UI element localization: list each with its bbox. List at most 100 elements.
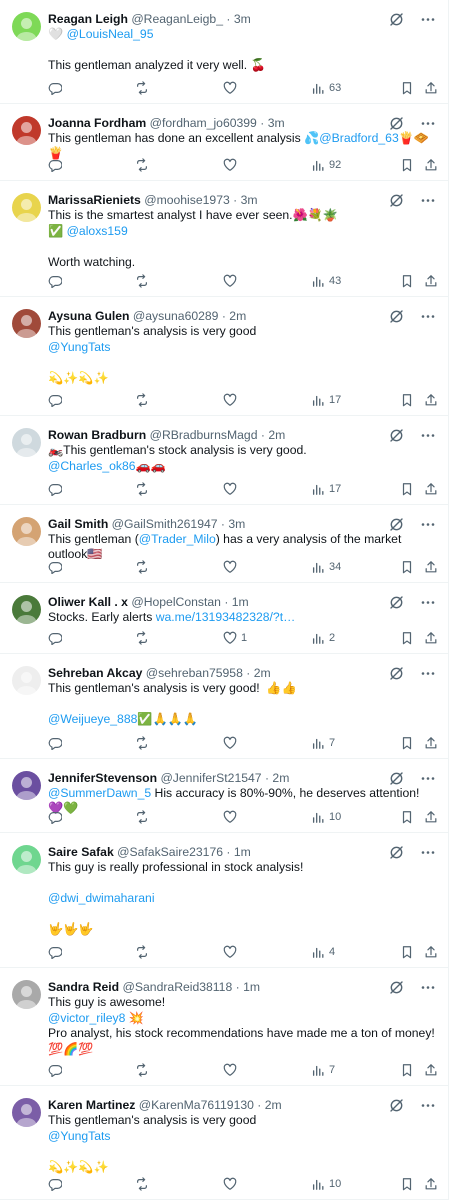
avatar[interactable]	[12, 771, 41, 800]
like-button[interactable]	[223, 1176, 241, 1192]
mention-link[interactable]: wa.me/13193482328/?t…	[156, 610, 296, 624]
reply-button[interactable]	[48, 735, 66, 751]
reply-button[interactable]	[48, 481, 66, 497]
share-button[interactable]	[424, 1062, 438, 1078]
repost-button[interactable]	[135, 392, 153, 408]
more-icon[interactable]	[420, 193, 436, 208]
like-button[interactable]	[223, 809, 241, 825]
author-name[interactable]: Rowan Bradburn	[48, 428, 146, 442]
views-button[interactable]: 7	[311, 735, 335, 751]
reply-button[interactable]	[48, 273, 66, 289]
author-handle[interactable]: @JenniferSt21547	[160, 771, 261, 785]
grok-icon[interactable]	[389, 193, 404, 208]
grok-icon[interactable]	[389, 309, 404, 324]
views-button[interactable]: 34	[311, 559, 341, 575]
grok-icon[interactable]	[389, 595, 404, 610]
reply-tweet[interactable]: Rowan Bradburn @RBradburnsMagd · 2m 🏍️Thi…	[0, 416, 449, 505]
author-name[interactable]: Sandra Reid	[48, 980, 119, 994]
repost-button[interactable]	[135, 630, 153, 646]
repost-button[interactable]	[135, 735, 153, 751]
reply-tweet[interactable]: Sandra Reid @SandraReid38118 · 1m This gu…	[0, 968, 449, 1086]
more-icon[interactable]	[420, 771, 436, 786]
avatar[interactable]	[12, 309, 41, 338]
reply-button[interactable]	[48, 630, 66, 646]
repost-button[interactable]	[135, 809, 153, 825]
grok-icon[interactable]	[389, 428, 404, 443]
mention-link[interactable]: @YungTats	[48, 1129, 111, 1143]
views-button[interactable]: 7	[311, 1062, 335, 1078]
avatar[interactable]	[12, 845, 41, 874]
avatar[interactable]	[12, 12, 41, 41]
grok-icon[interactable]	[389, 12, 404, 27]
bookmark-button[interactable]	[400, 273, 414, 289]
author-handle[interactable]: @SafakSaire23176	[117, 845, 223, 859]
mention-link[interactable]: @Bradford_63	[319, 131, 398, 145]
timestamp[interactable]: 2m	[265, 1098, 282, 1112]
author-name[interactable]: MarissaRieniets	[48, 193, 141, 207]
more-icon[interactable]	[420, 845, 436, 860]
views-button[interactable]: 4	[311, 944, 335, 960]
author-name[interactable]: Karen Martinez	[48, 1098, 135, 1112]
share-button[interactable]	[424, 809, 438, 825]
author-name[interactable]: Joanna Fordham	[48, 116, 146, 130]
mention-link[interactable]: @Charles_ok86	[48, 459, 136, 473]
author-name[interactable]: JenniferStevenson	[48, 771, 157, 785]
author-name[interactable]: Sehreban Akcay	[48, 666, 142, 680]
reply-tweet[interactable]: MarissaRieniets @moohise1973 · 3m This is…	[0, 181, 449, 297]
more-icon[interactable]	[420, 116, 436, 131]
reply-button[interactable]	[48, 1062, 66, 1078]
repost-button[interactable]	[135, 157, 153, 173]
author-handle[interactable]: @RBradburnsMagd	[150, 428, 258, 442]
avatar[interactable]	[12, 428, 41, 457]
views-button[interactable]: 10	[311, 809, 341, 825]
like-button[interactable]	[223, 80, 241, 96]
views-button[interactable]: 10	[311, 1176, 341, 1192]
reply-tweet[interactable]: Saire Safak @SafakSaire23176 · 1m This gu…	[0, 833, 449, 968]
timestamp[interactable]: 3m	[268, 116, 285, 130]
share-button[interactable]	[424, 481, 438, 497]
mention-link[interactable]: @dwi_dwimaharani	[48, 891, 155, 905]
grok-icon[interactable]	[389, 980, 404, 995]
bookmark-button[interactable]	[400, 559, 414, 575]
bookmark-button[interactable]	[400, 80, 414, 96]
mention-link[interactable]: @victor_riley8	[48, 1011, 125, 1025]
bookmark-button[interactable]	[400, 1062, 414, 1078]
bookmark-button[interactable]	[400, 809, 414, 825]
reply-tweet[interactable]: Reagan Leigh @ReaganLeigb_ · 3m 🤍 @LouisN…	[0, 0, 449, 104]
reply-tweet[interactable]: Sehreban Akcay @sehreban75958 · 2m This g…	[0, 654, 449, 759]
author-handle[interactable]: @GailSmith261947	[112, 517, 218, 531]
author-handle[interactable]: @moohise1973	[144, 193, 230, 207]
share-button[interactable]	[424, 80, 438, 96]
more-icon[interactable]	[420, 980, 436, 995]
reply-tweet[interactable]: Oliwer Kall . x @HopelConstan · 1m Stocks…	[0, 583, 449, 654]
share-button[interactable]	[424, 735, 438, 751]
more-icon[interactable]	[420, 309, 436, 324]
timestamp[interactable]: 1m	[243, 980, 260, 994]
reply-button[interactable]	[48, 392, 66, 408]
mention-link[interactable]: @LouisNeal_95	[67, 27, 154, 41]
bookmark-button[interactable]	[400, 392, 414, 408]
timestamp[interactable]: 1m	[234, 845, 251, 859]
avatar[interactable]	[12, 666, 41, 695]
avatar[interactable]	[12, 517, 41, 546]
mention-link[interactable]: @Weijueye_888	[48, 712, 137, 726]
mention-link[interactable]: @aloxs159	[67, 224, 128, 238]
repost-button[interactable]	[135, 559, 153, 575]
share-button[interactable]	[424, 392, 438, 408]
avatar[interactable]	[12, 980, 41, 1009]
more-icon[interactable]	[420, 1098, 436, 1113]
author-name[interactable]: Aysuna Gulen	[48, 309, 130, 323]
share-button[interactable]	[424, 273, 438, 289]
timestamp[interactable]: 1m	[232, 595, 249, 609]
grok-icon[interactable]	[389, 116, 404, 131]
bookmark-button[interactable]	[400, 944, 414, 960]
avatar[interactable]	[12, 116, 41, 145]
timestamp[interactable]: 3m	[228, 517, 245, 531]
more-icon[interactable]	[420, 666, 436, 681]
like-button[interactable]: 1	[223, 630, 247, 646]
reply-button[interactable]	[48, 944, 66, 960]
reply-button[interactable]	[48, 80, 66, 96]
views-button[interactable]: 17	[311, 392, 341, 408]
bookmark-button[interactable]	[400, 481, 414, 497]
mention-link[interactable]: @Trader_Milo	[139, 532, 216, 546]
